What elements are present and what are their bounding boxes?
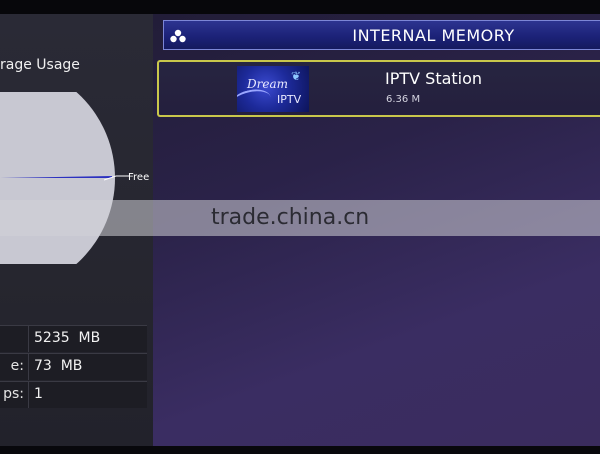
icon-brand-subtext: IPTV [277, 93, 302, 106]
stat-row-apps: ps: 1 [0, 381, 147, 408]
icon-brand-text: Dream [247, 77, 288, 91]
iptv-app-icon: ❦ Dream IPTV [237, 66, 309, 112]
bottom-strip [0, 446, 600, 454]
stat-label: e: [10, 358, 24, 374]
header-title: INTERNAL MEMORY [352, 26, 515, 45]
watermark: trade.china.cn [211, 205, 370, 230]
stat-divider [28, 354, 29, 380]
stat-row-total: 5235 MB [0, 325, 147, 352]
app-size: 6.36 M [386, 94, 421, 105]
app-name: IPTV Station [385, 69, 483, 88]
free-leader-line [104, 175, 130, 181]
internal-memory-header[interactable]: INTERNAL MEMORY [163, 20, 600, 50]
stat-row-used: e: 73 MB [0, 353, 147, 380]
storage-usage-title: rage Usage [0, 57, 80, 73]
app-item-iptv-station[interactable]: ❦ Dream IPTV IPTV Station 6.36 M [157, 60, 600, 117]
stat-value: 73 MB [34, 358, 83, 374]
stat-divider [28, 382, 29, 408]
stat-value: 5235 MB [34, 330, 101, 346]
top-strip [0, 0, 600, 14]
storage-stats: 5235 MB e: 73 MB ps: 1 [0, 325, 147, 409]
stat-divider [28, 326, 29, 352]
storage-pie-chart [0, 92, 115, 264]
stat-value: 1 [34, 386, 43, 402]
stat-label: ps: [3, 386, 24, 402]
butterfly-icon: ❦ [291, 69, 302, 83]
free-legend-label: Free [128, 172, 150, 183]
